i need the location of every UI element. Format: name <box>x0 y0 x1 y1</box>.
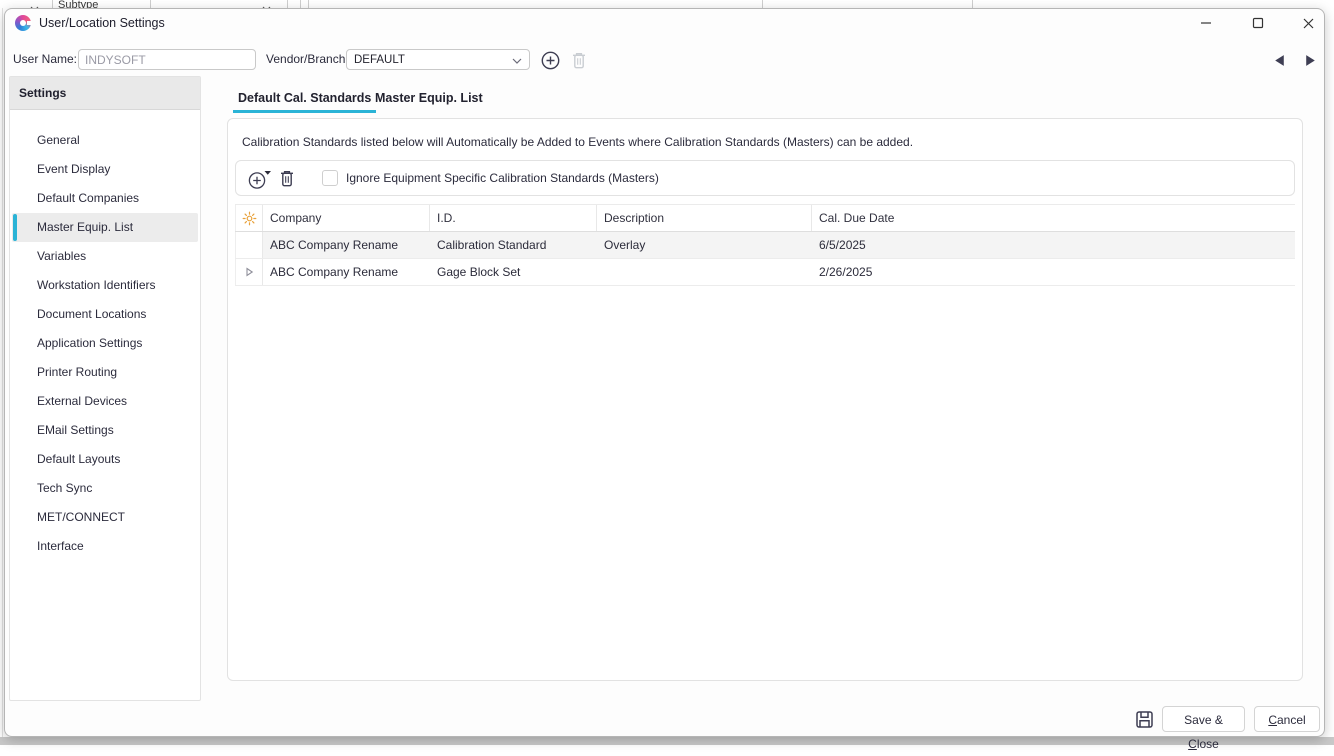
background-grid-line <box>972 0 973 8</box>
background-grid-line <box>300 0 301 8</box>
cell-description: Overlay <box>597 232 812 258</box>
next-record-button[interactable] <box>1302 52 1318 68</box>
sidebar-item-variables[interactable]: Variables <box>12 242 198 271</box>
background-window-edge <box>2 8 3 737</box>
vendor-branch-select[interactable]: DEFAULT <box>346 49 530 70</box>
cell-cal-due-date: 6/5/2025 <box>812 232 1295 258</box>
previous-record-button[interactable] <box>1271 52 1287 68</box>
tab-master-equip-list[interactable]: Master Equip. List <box>370 86 488 113</box>
sidebar-item-met-connect[interactable]: MET/CONNECT <box>12 503 198 532</box>
background-column-label: Subtype <box>58 0 98 8</box>
chevron-down-icon <box>512 53 522 67</box>
add-standard-button[interactable] <box>247 167 273 191</box>
background-grid-header: Subtype <box>0 0 1334 8</box>
background-grid-line <box>762 0 763 8</box>
sidebar-item-workstation-identifiers[interactable]: Workstation Identifiers <box>12 271 198 300</box>
default-cal-standards-panel: Calibration Standards listed below will … <box>227 118 1303 681</box>
app-logo-icon <box>15 15 31 31</box>
cancel-button[interactable]: Cancel <box>1254 706 1320 732</box>
vendor-branch-value: DEFAULT <box>354 54 512 66</box>
panel-description: Calibration Standards listed below will … <box>242 135 913 149</box>
row-expand-icon[interactable] <box>235 259 263 285</box>
ignore-equipment-checkbox[interactable] <box>322 170 338 186</box>
save-close-button[interactable]: Save & Close <box>1162 706 1245 732</box>
tab-default-cal-standards[interactable]: Default Cal. Standards <box>233 86 376 113</box>
minimize-button[interactable] <box>1191 12 1221 34</box>
background-grid-line <box>52 0 53 8</box>
sidebar-item-email-settings[interactable]: EMail Settings <box>12 416 198 445</box>
standards-toolbar: Ignore Equipment Specific Calibration St… <box>235 160 1295 196</box>
sidebar-item-default-companies[interactable]: Default Companies <box>12 184 198 213</box>
close-button[interactable] <box>1293 12 1323 34</box>
background-filter-chevron-icon <box>30 1 39 8</box>
background-window-strip <box>0 737 1334 745</box>
add-vendor-button[interactable] <box>539 49 561 71</box>
delete-standard-button[interactable] <box>278 169 296 187</box>
cell-cal-due-date: 2/26/2025 <box>812 259 1295 285</box>
sidebar-item-external-devices[interactable]: External Devices <box>12 387 198 416</box>
cell-company: ABC Company Rename <box>263 232 430 258</box>
sidebar-header: Settings <box>10 77 200 110</box>
cell-description <box>597 259 812 285</box>
sidebar-item-tech-sync[interactable]: Tech Sync <box>12 474 198 503</box>
background-grid-line <box>287 0 288 8</box>
save-icon[interactable] <box>1134 709 1154 729</box>
table-row[interactable]: ABC Company Rename Calibration Standard … <box>235 232 1295 259</box>
window-title: User/Location Settings <box>39 9 165 37</box>
table-row[interactable]: ABC Company Rename Gage Block Set 2/26/2… <box>235 259 1295 286</box>
sidebar-item-event-display[interactable]: Event Display <box>12 155 198 184</box>
sidebar-item-master-equip-list[interactable]: Master Equip. List <box>12 213 198 242</box>
column-header-id[interactable]: I.D. <box>430 205 597 231</box>
user-location-settings-dialog: User/Location Settings User Name: Vendor… <box>4 8 1325 737</box>
sidebar-item-default-layouts[interactable]: Default Layouts <box>12 445 198 474</box>
sidebar-item-application-settings[interactable]: Application Settings <box>12 329 198 358</box>
cell-id: Gage Block Set <box>430 259 597 285</box>
sidebar-item-interface[interactable]: Interface <box>12 532 198 561</box>
background-grid-line <box>150 0 151 8</box>
ignore-equipment-checkbox-label: Ignore Equipment Specific Calibration St… <box>346 161 659 195</box>
table-header-row: Company I.D. Description Cal. Due Date <box>235 204 1295 232</box>
maximize-button[interactable] <box>1243 12 1273 34</box>
column-chooser-sun-icon[interactable] <box>235 205 263 231</box>
vendor-branch-label: Vendor/Branch <box>266 49 345 70</box>
column-header-cal-due-date[interactable]: Cal. Due Date <box>812 205 1295 231</box>
cell-company: ABC Company Rename <box>263 259 430 285</box>
sidebar-item-printer-routing[interactable]: Printer Routing <box>12 358 198 387</box>
user-name-input[interactable] <box>78 49 256 70</box>
row-indicator <box>235 232 263 258</box>
cell-id: Calibration Standard <box>430 232 597 258</box>
standards-table: Company I.D. Description Cal. Due Date A… <box>235 204 1295 286</box>
sidebar-item-general[interactable]: General <box>12 126 198 155</box>
sidebar-item-document-locations[interactable]: Document Locations <box>12 300 198 329</box>
background-filter-chevron-icon <box>262 1 271 8</box>
delete-vendor-icon <box>570 51 588 69</box>
column-header-description[interactable]: Description <box>597 205 812 231</box>
column-header-company[interactable]: Company <box>263 205 430 231</box>
background-grid-line <box>308 0 309 8</box>
user-name-label: User Name: <box>13 49 77 70</box>
settings-sidebar: Settings General Event Display Default C… <box>9 76 201 701</box>
